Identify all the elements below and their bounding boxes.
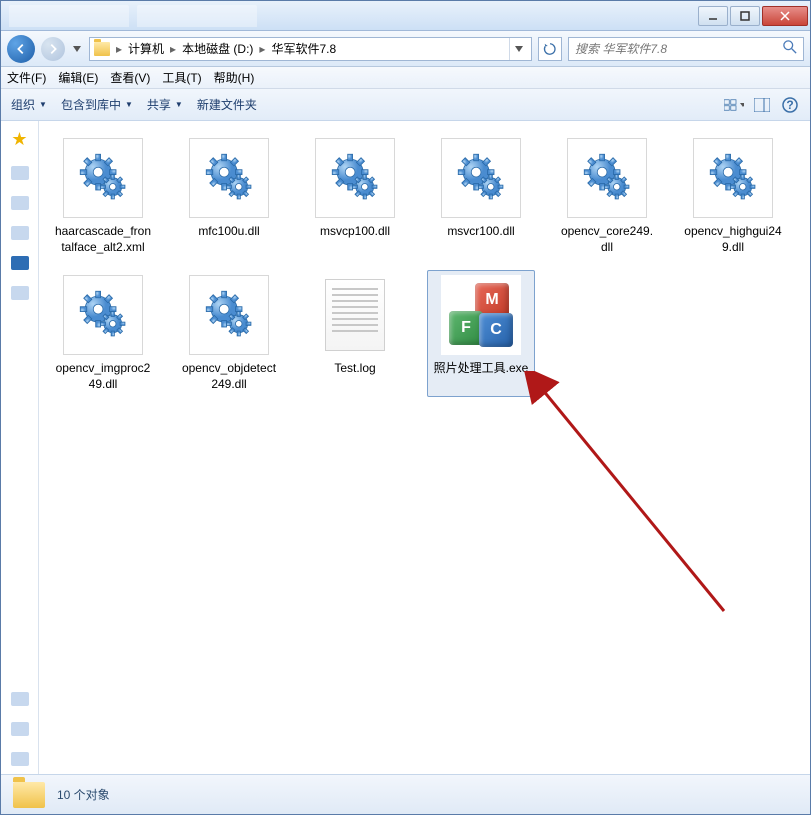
breadcrumb-drive[interactable]: 本地磁盘 (D:) <box>182 40 253 57</box>
organize-button[interactable]: 组织▼ <box>11 96 47 113</box>
menu-edit[interactable]: 编辑(E) <box>58 69 98 86</box>
gear-icon <box>77 151 129 206</box>
file-name: mfc100u.dll <box>198 224 259 240</box>
sidebar-item[interactable] <box>11 226 29 240</box>
statusbar: 10 个对象 <box>1 774 810 814</box>
explorer-window: ▸ 计算机 ▸ 本地磁盘 (D:) ▸ 华军软件7.8 文件(F) 编辑(E) … <box>0 0 811 815</box>
chevron-right-icon[interactable]: ▸ <box>168 42 178 56</box>
share-button[interactable]: 共享▼ <box>147 96 183 113</box>
gear-icon <box>203 288 255 343</box>
file-name: opencv_objdetect249.dll <box>180 361 278 392</box>
file-name: 照片处理工具.exe <box>434 361 529 377</box>
menu-help[interactable]: 帮助(H) <box>214 69 255 86</box>
menu-view[interactable]: 查看(V) <box>110 69 150 86</box>
file-item[interactable]: Test.log <box>301 270 409 397</box>
status-text: 10 个对象 <box>57 786 110 803</box>
file-item[interactable]: opencv_imgproc249.dll <box>49 270 157 397</box>
file-name: opencv_imgproc249.dll <box>54 361 152 392</box>
address-dropdown[interactable] <box>509 38 527 60</box>
background-tabs <box>9 5 257 27</box>
file-item[interactable]: MFC 照片处理工具.exe <box>427 270 535 397</box>
minimize-button[interactable] <box>698 6 728 26</box>
file-item[interactable]: opencv_objdetect249.dll <box>175 270 283 397</box>
search-box[interactable] <box>568 37 804 61</box>
file-name: opencv_highgui249.dll <box>684 224 782 255</box>
annotation-arrow <box>524 371 744 631</box>
gear-icon <box>329 151 381 206</box>
file-item[interactable]: msvcr100.dll <box>427 133 535 260</box>
menubar: 文件(F) 编辑(E) 查看(V) 工具(T) 帮助(H) <box>1 67 810 89</box>
include-library-button[interactable]: 包含到库中▼ <box>61 96 133 113</box>
main-area: ★ haarcascade_frontalface_alt2.xml <box>1 121 810 774</box>
file-name: haarcascade_frontalface_alt2.xml <box>54 224 152 255</box>
back-button[interactable] <box>7 35 35 63</box>
folder-icon <box>13 782 45 808</box>
menu-tools[interactable]: 工具(T) <box>162 69 201 86</box>
file-item[interactable]: opencv_core249.dll <box>553 133 661 260</box>
sidebar-item[interactable] <box>11 286 29 300</box>
breadcrumb-computer[interactable]: 计算机 <box>128 40 164 57</box>
sidebar-item[interactable] <box>11 692 29 706</box>
sidebar-item[interactable] <box>11 256 29 270</box>
gear-icon <box>707 151 759 206</box>
sidebar-item[interactable] <box>11 166 29 180</box>
search-icon[interactable] <box>783 40 797 57</box>
chevron-right-icon[interactable]: ▸ <box>114 42 124 56</box>
file-name: msvcr100.dll <box>447 224 514 240</box>
history-dropdown[interactable] <box>71 39 83 59</box>
titlebar <box>1 1 810 31</box>
folder-icon <box>94 42 110 56</box>
file-item[interactable]: haarcascade_frontalface_alt2.xml <box>49 133 157 260</box>
gear-icon <box>581 151 633 206</box>
gear-icon <box>203 151 255 206</box>
svg-text:?: ? <box>786 98 793 112</box>
menu-file[interactable]: 文件(F) <box>7 69 46 86</box>
document-icon <box>325 279 385 351</box>
file-item[interactable]: opencv_highgui249.dll <box>679 133 787 260</box>
file-name: msvcp100.dll <box>320 224 390 240</box>
close-button[interactable] <box>762 6 808 26</box>
application-icon: MFC <box>449 283 513 347</box>
file-list[interactable]: haarcascade_frontalface_alt2.xml mfc100u… <box>39 121 810 774</box>
new-folder-button[interactable]: 新建文件夹 <box>197 96 257 113</box>
sidebar-item[interactable] <box>11 752 29 766</box>
nav-pane: ★ <box>1 121 39 774</box>
sidebar-item[interactable] <box>11 722 29 736</box>
refresh-button[interactable] <box>538 37 562 61</box>
file-item[interactable]: mfc100u.dll <box>175 133 283 260</box>
maximize-button[interactable] <box>730 6 760 26</box>
search-input[interactable] <box>575 42 783 56</box>
chevron-right-icon[interactable]: ▸ <box>257 42 267 56</box>
address-bar[interactable]: ▸ 计算机 ▸ 本地磁盘 (D:) ▸ 华军软件7.8 <box>89 37 532 61</box>
preview-pane-button[interactable] <box>752 95 772 115</box>
file-item[interactable]: msvcp100.dll <box>301 133 409 260</box>
toolbar: 组织▼ 包含到库中▼ 共享▼ 新建文件夹 ? <box>1 89 810 121</box>
file-name: opencv_core249.dll <box>558 224 656 255</box>
gear-icon <box>455 151 507 206</box>
help-button[interactable]: ? <box>780 95 800 115</box>
breadcrumb-folder[interactable]: 华军软件7.8 <box>271 40 336 57</box>
sidebar-item[interactable] <box>11 196 29 210</box>
favorites-icon[interactable]: ★ <box>11 129 27 150</box>
navbar: ▸ 计算机 ▸ 本地磁盘 (D:) ▸ 华军软件7.8 <box>1 31 810 67</box>
view-options-button[interactable] <box>724 95 744 115</box>
gear-icon <box>77 288 129 343</box>
file-name: Test.log <box>334 361 375 377</box>
forward-button[interactable] <box>41 37 65 61</box>
